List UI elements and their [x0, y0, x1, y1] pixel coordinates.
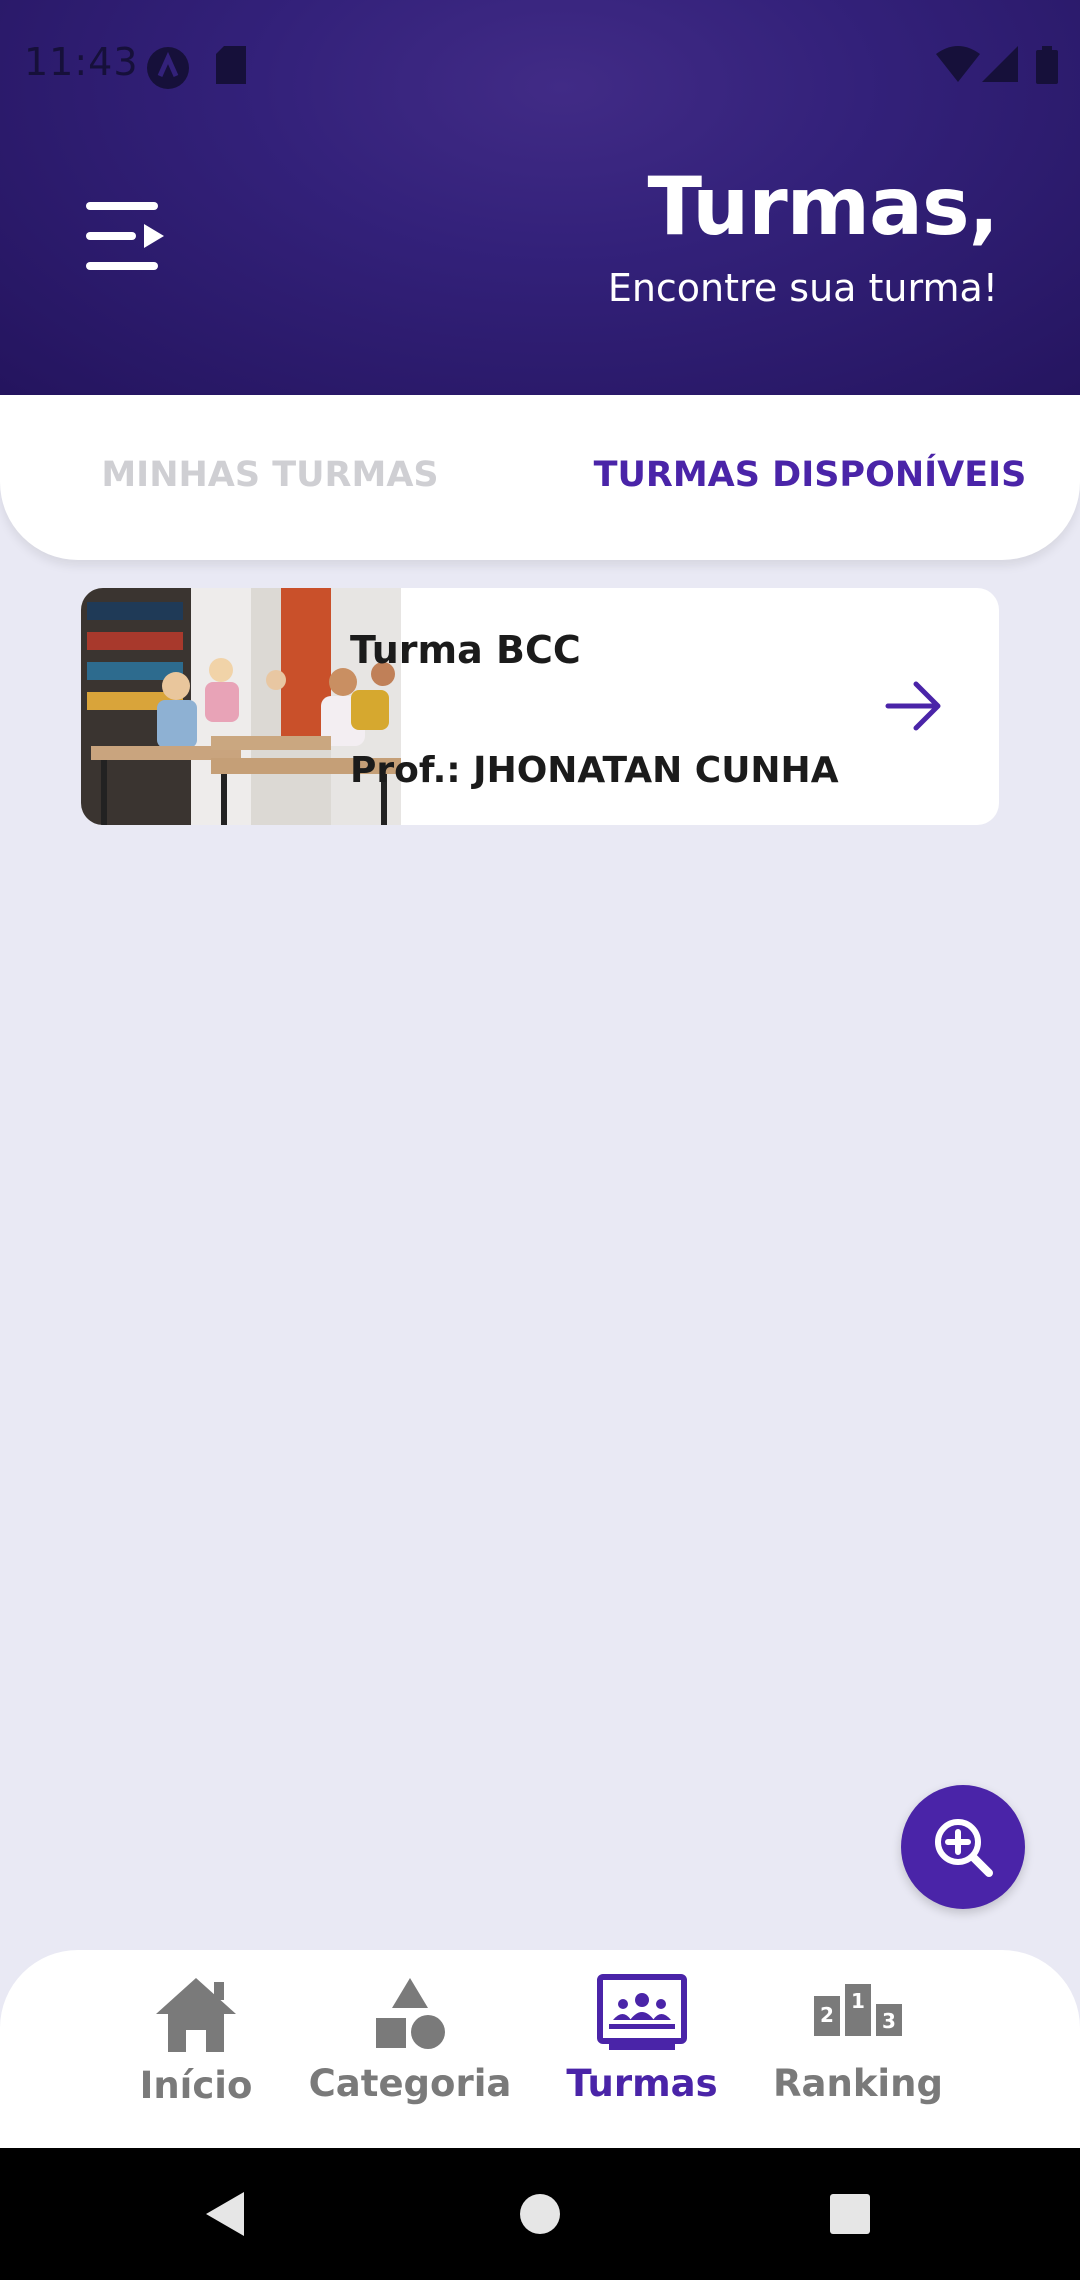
- sd-card-icon: [216, 46, 246, 84]
- home-icon: [156, 1978, 236, 2052]
- signal-icon: [982, 46, 1018, 82]
- zoom-in-icon: [935, 1819, 993, 1877]
- classroom-icon: [597, 1974, 687, 2050]
- svg-text:2: 2: [820, 2003, 834, 2027]
- nav-label-categoria: Categoria: [308, 2062, 512, 2105]
- home-nav-icon[interactable]: [518, 2192, 562, 2236]
- app-notification-icon: [147, 47, 189, 89]
- system-navigation-bar: [0, 2148, 1080, 2280]
- nav-label-inicio: Início: [139, 2064, 253, 2107]
- nav-item-inicio[interactable]: Início: [120, 1974, 272, 2144]
- arrow-right-icon: [885, 681, 941, 731]
- page-title: Turmas,: [647, 160, 999, 253]
- back-icon[interactable]: [204, 2190, 248, 2238]
- battery-icon: [1036, 46, 1058, 84]
- search-class-button[interactable]: [901, 1785, 1025, 1909]
- wifi-icon: [936, 46, 980, 82]
- tab-minhas-turmas[interactable]: MINHAS TURMAS: [60, 395, 480, 555]
- nav-item-turmas[interactable]: Turmas: [556, 1974, 728, 2144]
- nav-item-categoria[interactable]: Categoria: [300, 1974, 520, 2144]
- page-subtitle: Encontre sua turma!: [607, 266, 998, 310]
- class-title: Turma BCC: [350, 628, 581, 672]
- podium-icon: 2 1 3: [814, 1984, 902, 2036]
- status-bar: 11:43: [0, 0, 1080, 135]
- nav-item-ranking[interactable]: 2 1 3 Ranking: [764, 1974, 952, 2144]
- svg-text:3: 3: [882, 2009, 896, 2033]
- menu-button[interactable]: [84, 198, 168, 274]
- nav-label-ranking: Ranking: [773, 2062, 943, 2105]
- bottom-navigation: Início Categoria Turmas 2 1 3 Ranking: [0, 1950, 1080, 2148]
- recents-icon[interactable]: [828, 2192, 872, 2236]
- menu-icon: [86, 202, 164, 270]
- nav-label-turmas: Turmas: [566, 2062, 718, 2105]
- status-time: 11:43: [24, 40, 139, 84]
- shapes-icon: [376, 1978, 445, 2049]
- svg-text:1: 1: [851, 1989, 865, 2013]
- tab-turmas-disponiveis[interactable]: TURMAS DISPONÍVEIS: [580, 395, 1040, 555]
- tab-bar: MINHAS TURMAS TURMAS DISPONÍVEIS: [0, 395, 1080, 560]
- class-professor: Prof.: JHONATAN CUNHA: [350, 750, 839, 791]
- header: 11:43 Turmas, Encontre sua turma!: [0, 0, 1080, 395]
